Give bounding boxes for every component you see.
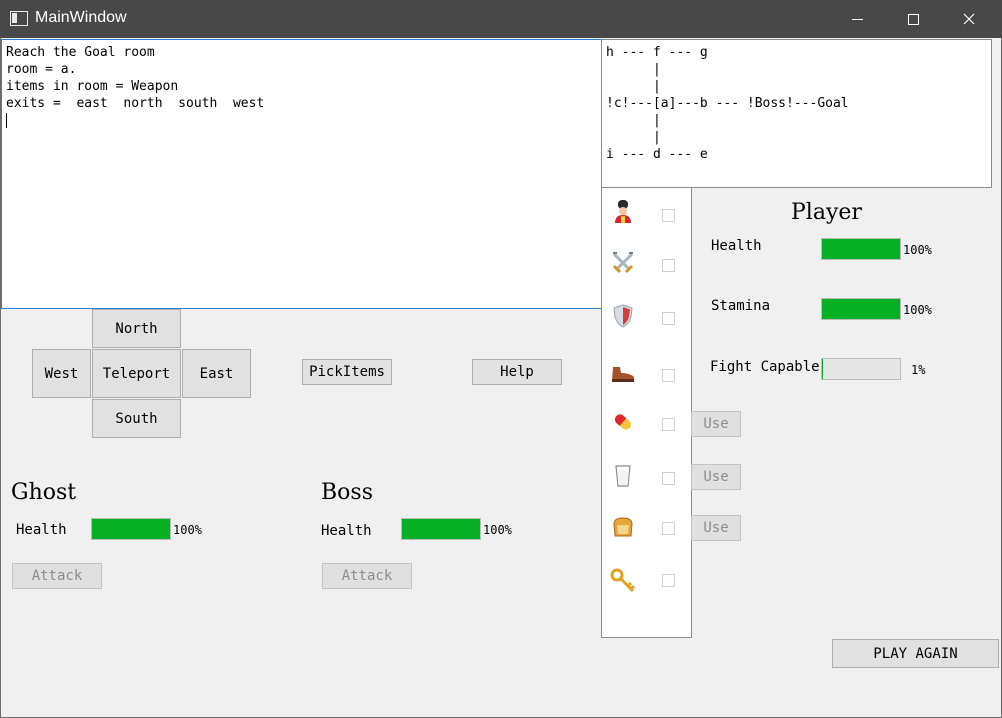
play-again-button[interactable]: PLAY AGAIN: [832, 639, 999, 668]
key-icon: [610, 568, 636, 594]
boss-health-fill: [402, 519, 480, 539]
south-button[interactable]: South: [92, 399, 181, 438]
map-line: |: [606, 113, 661, 128]
item-checkbox[interactable]: [662, 312, 675, 325]
item-checkbox[interactable]: [662, 522, 675, 535]
player-stamina-fill: [822, 299, 900, 319]
use-pill-button[interactable]: Use: [691, 411, 741, 437]
pill-icon: [610, 409, 636, 435]
map-line: |: [606, 79, 661, 94]
player-health-fill: [822, 239, 900, 259]
shield-icon: [610, 303, 636, 329]
window-title: MainWindow: [35, 9, 127, 26]
guard-icon: [610, 198, 636, 224]
minimize-icon: [851, 18, 863, 20]
item-checkbox[interactable]: [662, 369, 675, 382]
player-fight-fill: [822, 359, 823, 379]
boss-title: Boss: [321, 480, 373, 505]
map-line: h --- f --- g: [606, 45, 708, 60]
help-button[interactable]: Help: [472, 359, 562, 385]
player-fight-label: Fight Capable: [710, 359, 820, 375]
use-bread-button[interactable]: Use: [691, 515, 741, 541]
console-line: items in room = Weapon: [6, 79, 179, 94]
window-app-icon: [10, 11, 28, 26]
item-checkbox[interactable]: [662, 209, 675, 222]
attack-ghost-button[interactable]: Attack: [12, 563, 102, 589]
boss-health-value: 100%: [483, 523, 512, 537]
ghost-health-bar: [91, 518, 171, 540]
text-caret: [6, 113, 7, 128]
teleport-button[interactable]: Teleport: [92, 349, 181, 398]
minimize-button[interactable]: [834, 0, 880, 38]
ghost-title: Ghost: [11, 480, 77, 505]
room-map: h --- f --- g | | !c!---[a]---b --- !Bos…: [601, 39, 992, 188]
map-line: !c!---[a]---b --- !Boss!---Goal: [606, 96, 849, 111]
ghost-health-fill: [92, 519, 170, 539]
item-checkbox[interactable]: [662, 472, 675, 485]
ghost-health-label: Health: [16, 522, 67, 538]
attack-boss-button[interactable]: Attack: [322, 563, 412, 589]
item-checkbox[interactable]: [662, 418, 675, 431]
item-checkbox[interactable]: [662, 259, 675, 272]
console-line: exits = east north south west: [6, 96, 265, 111]
player-stamina-value: 100%: [903, 303, 932, 317]
player-fight-bar: [821, 358, 901, 380]
map-line: |: [606, 130, 661, 145]
item-checkbox[interactable]: [662, 574, 675, 587]
player-title: Player: [791, 200, 862, 225]
map-line: i --- d --- e: [606, 147, 708, 162]
close-button[interactable]: [946, 0, 992, 38]
player-health-bar: [821, 238, 901, 260]
player-fight-value: 1%: [911, 363, 926, 377]
maximize-button[interactable]: [890, 0, 936, 38]
player-stamina-label: Stamina: [711, 298, 771, 314]
inventory-panel: [601, 187, 692, 638]
maximize-icon: [907, 13, 919, 25]
console-line: Reach the Goal room: [6, 45, 155, 60]
title-bar: MainWindow: [0, 0, 1002, 38]
west-button[interactable]: West: [32, 349, 91, 398]
use-milk-button[interactable]: Use: [691, 464, 741, 490]
milk-glass-icon: [610, 463, 636, 489]
ghost-health-value: 100%: [173, 523, 202, 537]
game-console[interactable]: Reach the Goal room room = a. items in r…: [1, 39, 602, 309]
pick-items-button[interactable]: PickItems: [302, 359, 392, 385]
boot-icon: [610, 360, 636, 386]
close-icon: [963, 13, 975, 25]
north-button[interactable]: North: [92, 309, 181, 348]
boss-health-bar: [401, 518, 481, 540]
bread-icon: [610, 514, 636, 540]
player-stamina-bar: [821, 298, 901, 320]
map-line: |: [606, 62, 661, 77]
player-health-value: 100%: [903, 243, 932, 257]
player-health-label: Health: [711, 238, 762, 254]
console-line: room = a.: [6, 62, 77, 77]
crossed-swords-icon: [610, 250, 636, 276]
boss-health-label: Health: [321, 523, 372, 539]
east-button[interactable]: East: [182, 349, 251, 398]
